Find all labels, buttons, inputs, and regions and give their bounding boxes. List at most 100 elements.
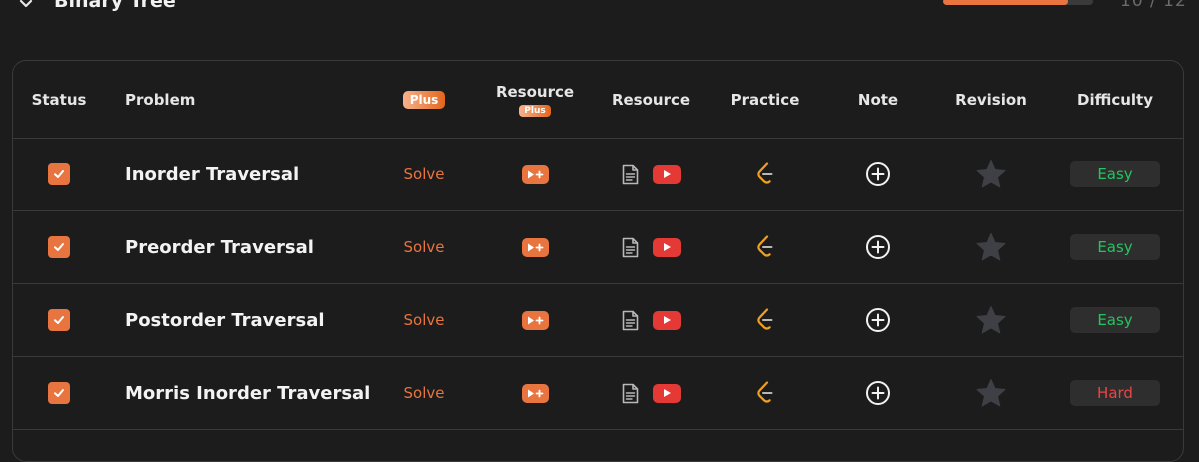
header-difficulty-label: Difficulty [1077, 90, 1153, 109]
header-note: Note [828, 61, 928, 138]
plus-circle-icon[interactable] [865, 234, 891, 260]
youtube-icon[interactable] [652, 383, 681, 403]
solve-link[interactable]: Solve [404, 238, 445, 256]
header-resource-plus-label: Resource [495, 82, 575, 101]
star-icon[interactable] [975, 305, 1007, 335]
status-cell [27, 138, 91, 210]
plus-badge-small: Plus [519, 104, 551, 117]
resource-cell [601, 211, 701, 283]
revision-cell [941, 357, 1041, 429]
resource-plus-cell [485, 357, 585, 429]
note-cell [828, 138, 928, 210]
problem-name: Postorder Traversal [125, 309, 325, 331]
note-cell [828, 211, 928, 283]
status-cell [27, 284, 91, 356]
youtube-play-glyph [663, 389, 671, 397]
header-revision: Revision [941, 61, 1041, 138]
plus-cell: Solve [383, 211, 465, 283]
solve-link[interactable]: Solve [404, 165, 445, 183]
leetcode-icon[interactable] [755, 162, 775, 186]
checkmark-icon [54, 316, 64, 324]
header-practice: Practice [715, 61, 815, 138]
problem-cell: Inorder Traversal [125, 138, 385, 210]
note-cell [828, 357, 928, 429]
section-title: Binary Tree [54, 0, 176, 12]
document-icon[interactable] [622, 383, 639, 404]
header-problem: Problem [125, 61, 325, 138]
section-header[interactable]: Binary Tree 10 / 12 [0, 0, 1199, 16]
star-icon[interactable] [975, 232, 1007, 262]
practice-cell [715, 138, 815, 210]
note-cell [828, 284, 928, 356]
youtube-icon[interactable] [652, 164, 681, 184]
revision-cell [941, 211, 1041, 283]
problem-name: Morris Inorder Traversal [125, 382, 371, 404]
problem-name: Preorder Traversal [125, 236, 314, 258]
problem-cell: Postorder Traversal [125, 284, 385, 356]
revision-cell [941, 138, 1041, 210]
resource-plus-cell [485, 138, 585, 210]
problem-name: Inorder Traversal [125, 163, 300, 185]
plus-circle-icon[interactable] [865, 307, 891, 333]
resource-plus-cell [485, 211, 585, 283]
header-difficulty: Difficulty [1065, 61, 1165, 138]
difficulty-badge: Easy [1070, 307, 1160, 333]
status-checkbox[interactable] [48, 163, 70, 185]
progress-bar [943, 0, 1093, 5]
solve-link[interactable]: Solve [404, 311, 445, 329]
video-plus-icon[interactable] [521, 164, 549, 184]
status-checkbox[interactable] [48, 236, 70, 258]
header-revision-label: Revision [955, 90, 1027, 109]
leetcode-icon[interactable] [755, 381, 775, 405]
plus-cell: Solve [383, 138, 465, 210]
resource-plus-cell [485, 284, 585, 356]
resource-cell [601, 357, 701, 429]
progress-fill [943, 0, 1068, 5]
revision-cell [941, 284, 1041, 356]
video-plus-icon[interactable] [521, 237, 549, 257]
problem-cell: Morris Inorder Traversal [125, 357, 385, 429]
plus-circle-icon[interactable] [865, 161, 891, 187]
checkmark-icon [54, 170, 64, 178]
difficulty-cell: Hard [1065, 357, 1165, 429]
solve-link[interactable]: Solve [404, 384, 445, 402]
youtube-icon[interactable] [652, 310, 681, 330]
play-plus-glyph [527, 389, 543, 397]
document-icon[interactable] [622, 164, 639, 185]
star-icon[interactable] [975, 159, 1007, 189]
plus-circle-icon[interactable] [865, 380, 891, 406]
status-checkbox[interactable] [48, 309, 70, 331]
youtube-play-glyph [663, 243, 671, 251]
status-cell [27, 357, 91, 429]
chevron-down-icon[interactable] [18, 0, 34, 12]
document-icon[interactable] [622, 237, 639, 258]
resource-cell [601, 284, 701, 356]
difficulty-cell: Easy [1065, 284, 1165, 356]
leetcode-icon[interactable] [755, 235, 775, 259]
document-icon[interactable] [622, 310, 639, 331]
plus-badge: Plus [402, 90, 446, 109]
table-row: Preorder Traversal Solve Easy [13, 211, 1183, 284]
resource-cell [601, 138, 701, 210]
play-plus-glyph [527, 243, 543, 251]
play-plus-glyph [527, 316, 543, 324]
status-checkbox[interactable] [48, 382, 70, 404]
youtube-play-glyph [663, 170, 671, 178]
header-problem-label: Problem [125, 90, 196, 109]
youtube-play-glyph [663, 316, 671, 324]
difficulty-cell: Easy [1065, 211, 1165, 283]
progress-count: 10 / 12 [1120, 0, 1187, 11]
youtube-icon[interactable] [652, 237, 681, 257]
plus-cell: Solve [383, 284, 465, 356]
header-resource: Resource [601, 61, 701, 138]
star-icon[interactable] [975, 378, 1007, 408]
leetcode-icon[interactable] [755, 308, 775, 332]
video-plus-icon[interactable] [521, 310, 549, 330]
table-header: Status Problem Plus Resource Plus Resour… [13, 61, 1183, 139]
status-cell [27, 211, 91, 283]
header-note-label: Note [857, 90, 899, 109]
video-plus-icon[interactable] [521, 383, 549, 403]
problem-cell: Preorder Traversal [125, 211, 385, 283]
practice-cell [715, 357, 815, 429]
header-plus: Plus [383, 61, 465, 138]
